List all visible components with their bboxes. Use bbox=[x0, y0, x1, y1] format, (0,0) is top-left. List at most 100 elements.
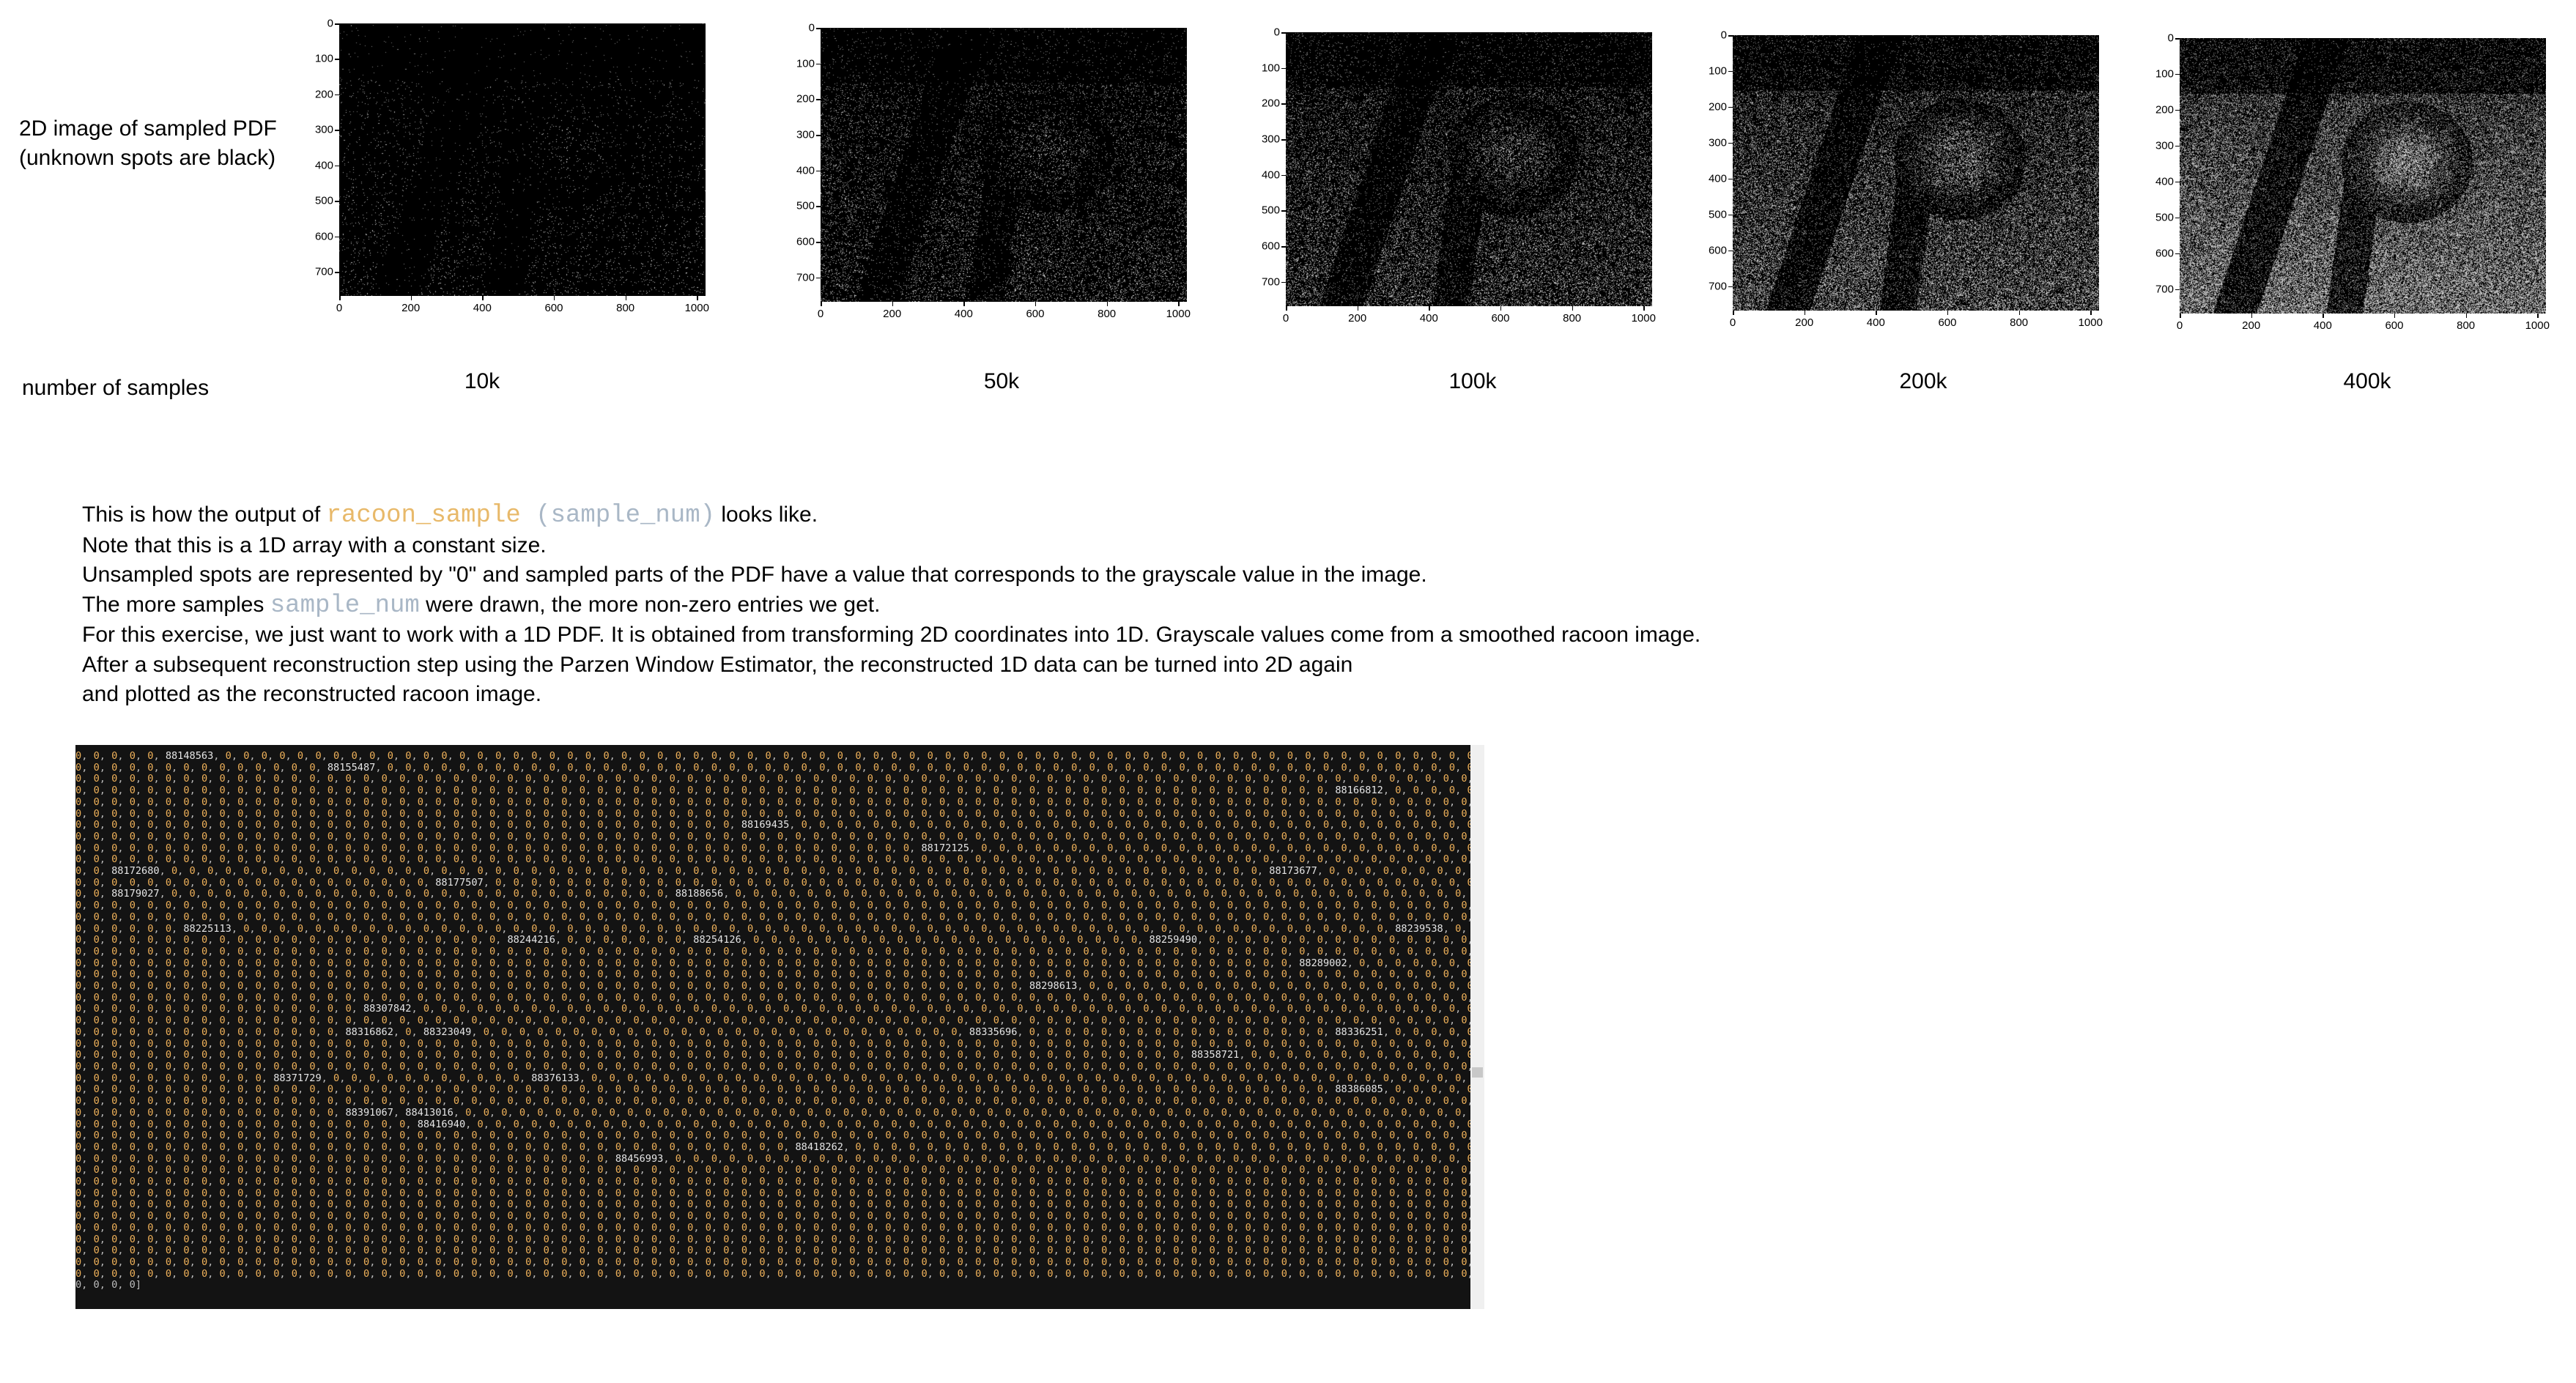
array-output-line: 0, 0, 0, 0, 0, 0, 0, 0, 0, 0, 0, 0, 0, 0… bbox=[75, 1003, 1472, 1015]
y-tick-label: 300 bbox=[1708, 136, 1727, 149]
x-tick-label: 1000 bbox=[684, 302, 709, 314]
y-tick-label: 100 bbox=[1708, 64, 1727, 78]
array-output-tail: 0, 0, 0, 0] bbox=[75, 1279, 142, 1291]
samples-count-label: 200k bbox=[1899, 369, 1947, 393]
description-line-5: For this exercise, we just want to work … bbox=[82, 623, 1701, 647]
description-line-4: The more samples sample_num were drawn, … bbox=[82, 590, 1700, 621]
array-output-line: 0, 0, 0, 0, 0, 0, 0, 0, 0, 0, 0, 0, 0, 0… bbox=[75, 842, 1472, 854]
array-output-line: 0, 0, 88179027, 0, 0, 0, 0, 0, 0, 0, 0, … bbox=[75, 888, 1467, 900]
sampled-pdf-image-400k bbox=[2180, 38, 2546, 314]
y-tick-label: 100 bbox=[796, 57, 815, 70]
y-tick-label: 600 bbox=[2155, 247, 2174, 260]
samples-count-label: 50k bbox=[983, 369, 1020, 393]
array-output-line: 0, 0, 0, 0, 0, 0, 0, 0, 0, 0, 0, 0, 0, 0… bbox=[75, 968, 1472, 981]
x-tick-label: 1000 bbox=[1166, 308, 1191, 320]
x-tick-label: 200 bbox=[1348, 312, 1367, 325]
array-output-line: 0, 0, 0, 0, 0, 0, 0, 0, 0, 0, 0, 0, 0, 0… bbox=[75, 830, 1472, 842]
description-line-1: This is how the output of racoon_sample … bbox=[82, 500, 1700, 531]
x-tick-label: 1000 bbox=[1631, 312, 1656, 325]
y-tick-label: 600 bbox=[796, 235, 815, 248]
description-line-7: and plotted as the reconstructed racoon … bbox=[82, 682, 542, 706]
x-tick-label: 600 bbox=[1938, 316, 1957, 329]
description-line-2: Note that this is a 1D array with a cons… bbox=[82, 533, 547, 557]
x-tick-label: 800 bbox=[1098, 308, 1117, 320]
y-tick-label: 600 bbox=[314, 230, 333, 243]
array-output-line: 0, 0, 0, 0, 0, 0, 0, 0, 0, 0, 0, 0, 0, 0… bbox=[75, 1130, 1472, 1142]
x-tick-label: 200 bbox=[2242, 319, 2261, 332]
array-output-line: 0, 0, 0, 0, 0, 0, 0, 0, 0, 0, 0, 0, 0, 0… bbox=[75, 1221, 1472, 1234]
x-tick-label: 0 bbox=[2176, 319, 2183, 332]
y-tick-label: 200 bbox=[796, 92, 815, 105]
pdf-row-label: 2D image of sampled PDF (unknown spots a… bbox=[19, 114, 277, 173]
description-line-4-pre: The more samples bbox=[82, 592, 270, 617]
y-tick-label: 400 bbox=[796, 164, 815, 177]
x-tick-label: 200 bbox=[883, 308, 902, 320]
y-tick-label: 500 bbox=[2155, 211, 2174, 224]
array-output-line: 0, 0, 0, 0, 0, 0, 0, 0, 0, 0, 0, 0, 0, 0… bbox=[75, 1118, 1472, 1130]
x-tick-label: 0 bbox=[817, 308, 824, 320]
terminal-output[interactable]: 0, 0, 0, 0, 0, 88148563, 0, 0, 0, 0, 0, … bbox=[75, 745, 1472, 1309]
array-output-line: 0, 0, 0, 0, 0, 0, 0, 0, 0, 0, 0, 0, 0, 0… bbox=[75, 1083, 1472, 1096]
x-tick-label: 0 bbox=[1282, 312, 1289, 325]
array-output-line: 0, 0, 0, 0, 0, 0, 0, 0, 0, 0, 0, 0, 0, 0… bbox=[75, 853, 1472, 866]
sampled-pdf-image-10k bbox=[339, 23, 706, 296]
array-output-line: 0, 0, 0, 0, 0, 0, 0, 0, 0, 0, 0, 0, 0, 0… bbox=[75, 1060, 1472, 1072]
y-tick-label: 300 bbox=[2155, 139, 2174, 152]
y-tick-label: 500 bbox=[796, 199, 815, 212]
array-output-line: 0, 0, 0, 0, 0, 0, 0, 0, 0, 0, 0, 0, 0, 0… bbox=[75, 1152, 1472, 1165]
array-output-line: 0, 0, 0, 0, 0, 0, 0, 0, 0, 0, 0, 0, 0, 0… bbox=[75, 1245, 1472, 1257]
y-tick-label: 700 bbox=[796, 271, 815, 284]
x-tick-label: 400 bbox=[954, 308, 973, 320]
array-output-line: 0, 0, 0, 0, 0, 88148563, 0, 0, 0, 0, 0, … bbox=[75, 751, 1472, 762]
array-output-line: 0, 0, 0, 0, 0, 0, 0, 0, 0, 0, 0, 0, 0, 0… bbox=[75, 1095, 1472, 1108]
array-output-line: 0, 0, 0, 0, 0, 0, 0, 0, 0, 0, 0, 0, 0, 0… bbox=[75, 911, 1472, 923]
y-tick-label: 200 bbox=[314, 88, 333, 101]
code-sample-num: sample_num bbox=[270, 591, 420, 620]
y-tick-label: 200 bbox=[1708, 100, 1727, 114]
x-tick-label: 0 bbox=[1729, 316, 1736, 329]
y-tick-label: 100 bbox=[2155, 67, 2174, 81]
y-tick-label: 300 bbox=[314, 123, 333, 136]
x-tick-label: 200 bbox=[401, 302, 421, 314]
array-output-line: 0, 0, 0, 0, 0, 0, 0, 0, 0, 0, 0, 0, 0, 0… bbox=[75, 1210, 1472, 1223]
y-tick-label: 600 bbox=[1261, 240, 1280, 253]
y-tick-label: 400 bbox=[314, 159, 333, 172]
array-output-line: 0, 0, 0, 0, 0, 0, 0, 0, 0, 0, 0, 0, 0, 0… bbox=[75, 980, 1472, 993]
array-output-line: 0, 0, 0, 0, 0, 0, 0, 0, 0, 0, 0, 0, 0, 0… bbox=[75, 773, 1472, 785]
y-tick-label: 300 bbox=[796, 128, 815, 141]
x-tick-label: 800 bbox=[1563, 312, 1582, 325]
y-tick-label: 0 bbox=[808, 21, 815, 34]
terminal-scrollbar[interactable] bbox=[1470, 745, 1484, 1309]
code-function-name: racoon_sample bbox=[326, 502, 521, 530]
x-tick-label: 600 bbox=[1026, 308, 1045, 320]
samples-count-label: 10k bbox=[464, 369, 500, 393]
array-output-line: 0, 0, 0, 0, 0, 0, 0, 0, 0, 0, 0, 0, 0, 0… bbox=[75, 1164, 1472, 1176]
array-output-line: 0, 0, 0, 0, 0, 0, 0, 0, 0, 0, 0, 0, 0, 0… bbox=[75, 957, 1472, 969]
y-tick-label: 700 bbox=[2155, 283, 2174, 296]
description-line-1-pre: This is how the output of bbox=[82, 503, 327, 527]
code-function-arg: (sample_num) bbox=[520, 502, 716, 530]
samples-count-label: 400k bbox=[2343, 369, 2391, 393]
array-output-line: 0, 0, 88172680, 0, 0, 0, 0, 0, 0, 0, 0, … bbox=[75, 865, 1467, 878]
samples-row-label: number of samples bbox=[22, 376, 210, 400]
array-output-line: 0, 0, 0, 0, 0, 0, 0, 0, 0, 0, 0, 0, 0, 0… bbox=[75, 1233, 1472, 1245]
y-tick-label: 700 bbox=[314, 265, 333, 278]
y-tick-label: 700 bbox=[1708, 280, 1727, 293]
x-tick-label: 400 bbox=[1419, 312, 1438, 325]
y-tick-label: 0 bbox=[1273, 26, 1280, 39]
array-output-line: 0, 0, 0, 0, 0, 0, 0, 0, 0, 0, 0, 0, 0, 0… bbox=[75, 1187, 1472, 1199]
y-tick-label: 300 bbox=[1261, 133, 1280, 146]
description-line-6: After a subsequent reconstruction step u… bbox=[82, 652, 1353, 677]
scrollbar-thumb[interactable] bbox=[1472, 1067, 1483, 1078]
array-output-text: 0, 0, 0, 0, 0, 88148563, 0, 0, 0, 0, 0, … bbox=[75, 751, 1472, 1309]
x-tick-label: 400 bbox=[2313, 319, 2332, 332]
y-tick-label: 600 bbox=[1708, 244, 1727, 257]
y-tick-label: 0 bbox=[327, 17, 333, 30]
x-tick-label: 400 bbox=[473, 302, 492, 314]
description-line-1-post: looks like. bbox=[715, 503, 818, 527]
sampled-pdf-image-50k bbox=[821, 28, 1187, 302]
x-tick-label: 400 bbox=[1866, 316, 1885, 329]
y-tick-label: 700 bbox=[1261, 275, 1280, 289]
y-tick-label: 400 bbox=[1261, 168, 1280, 182]
sampled-pdf-image-200k bbox=[1733, 35, 2099, 311]
